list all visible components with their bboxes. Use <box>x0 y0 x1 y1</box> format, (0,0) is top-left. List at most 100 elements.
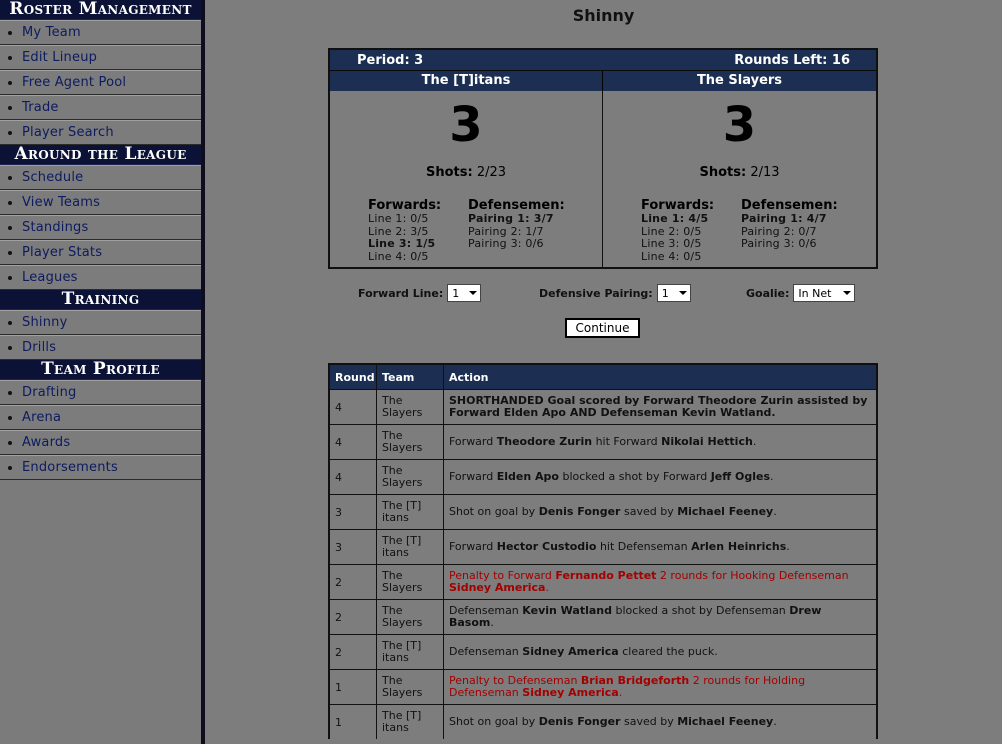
bullet-icon <box>8 345 12 350</box>
sidebar-section-heading: Roster Management <box>0 0 201 20</box>
round-cell: 2 <box>330 635 377 669</box>
player-name: Michael Feeney <box>677 505 774 518</box>
sidebar-item-label[interactable]: Endorsements <box>22 460 118 475</box>
sidebar-item-label[interactable]: View Teams <box>22 195 100 210</box>
team-cell-line: Slayers <box>382 441 423 454</box>
action-cell: Forward Elden Apo blocked a shot by Forw… <box>444 460 876 494</box>
bullet-icon <box>8 30 12 35</box>
action-text: . <box>752 435 757 448</box>
sidebar-item-drills[interactable]: Drills <box>0 335 201 360</box>
sidebar-item-view-teams[interactable]: View Teams <box>0 190 201 215</box>
chevron-down-icon <box>678 291 687 295</box>
team-cell-line: Slayers <box>382 581 423 594</box>
sidebar-item-label[interactable]: Drafting <box>22 385 76 400</box>
sidebar-item-label[interactable]: Arena <box>22 410 61 425</box>
sidebar-item-leagues[interactable]: Leagues <box>0 265 201 290</box>
sidebar-item-schedule[interactable]: Schedule <box>0 165 201 190</box>
round-cell: 4 <box>330 460 377 494</box>
away-team-name: The Slayers <box>603 71 876 91</box>
defense-pairing-stat: Pairing 1: 3/7 <box>468 212 554 225</box>
table-row: 1 The [T] itans Shot on goal by Denis Fonge… <box>330 704 876 739</box>
scoreboard: Period: 3 Rounds Left: 16 The [T]itans T… <box>328 48 878 269</box>
team-cell-line: Slayers <box>382 686 423 699</box>
sidebar-item-free-agent-pool[interactable]: Free Agent Pool <box>0 70 201 95</box>
sidebar-item-label[interactable]: Leagues <box>22 270 78 285</box>
sidebar-item-label[interactable]: My Team <box>22 25 81 40</box>
sidebar: Roster Management My Team Edit Lineup Free … <box>0 0 205 744</box>
player-name: Jeff Ogles <box>710 470 771 483</box>
goalie-control: Goalie: In Net <box>746 284 856 302</box>
team-cell: The Slayers <box>377 390 444 424</box>
bullet-icon <box>8 105 12 110</box>
team-cell: The Slayers <box>377 565 444 599</box>
sidebar-item-arena[interactable]: Arena <box>0 405 201 430</box>
away-forwards: Forwards: Line 1: 4/5 Line 2: 0/5 Line 3: … <box>641 199 741 263</box>
sidebar-item-player-stats[interactable]: Player Stats <box>0 240 201 265</box>
action-cell: Penalty to Forward Fernando Pettet 2 rou… <box>444 565 876 599</box>
sidebar-item-player-search[interactable]: Player Search <box>0 120 201 145</box>
sidebar-item-label[interactable]: Drills <box>22 340 56 355</box>
sidebar-item-label[interactable]: Free Agent Pool <box>22 75 126 90</box>
bullet-icon <box>8 275 12 280</box>
bullet-icon <box>8 225 12 230</box>
action-text: blocked a shot by Forward <box>558 470 711 483</box>
sidebar-item-label[interactable]: Trade <box>22 100 59 115</box>
sidebar-item-label[interactable]: Edit Lineup <box>22 50 97 65</box>
action-text: Shot on goal by <box>449 505 539 518</box>
sidebar-item-edit-lineup[interactable]: Edit Lineup <box>0 45 201 70</box>
defense-pairing-stat: Pairing 3: 0/6 <box>468 237 544 250</box>
sidebar-item-drafting[interactable]: Drafting <box>0 380 201 405</box>
sidebar-item-label[interactable]: Awards <box>22 435 70 450</box>
action-text: saved by <box>620 505 678 518</box>
round-cell: 1 <box>330 705 377 739</box>
continue-button[interactable]: Continue <box>565 318 640 338</box>
goalie-select[interactable]: In Net <box>793 284 856 302</box>
forward-line-stat: Line 3: 1/5 <box>368 237 436 250</box>
defense-pairing-stat: Pairing 1: 4/7 <box>741 212 827 225</box>
player-name: Sidney America <box>522 686 619 699</box>
sidebar-item-label[interactable]: Player Stats <box>22 245 102 260</box>
sidebar-item-trade[interactable]: Trade <box>0 95 201 120</box>
sidebar-item-label[interactable]: Standings <box>22 220 88 235</box>
team-cell: The [T] itans <box>377 530 444 564</box>
sidebar-item-standings[interactable]: Standings <box>0 215 201 240</box>
action-text: . <box>490 616 494 629</box>
sidebar-item-shinny[interactable]: Shinny <box>0 310 201 335</box>
forward-line-select[interactable]: 1 <box>447 284 482 302</box>
team-cell: The [T] itans <box>377 495 444 529</box>
page-title: Shinny <box>572 6 635 25</box>
sidebar-item-label[interactable]: Shinny <box>22 315 67 330</box>
bullet-icon <box>8 415 12 420</box>
sidebar-item-label[interactable]: Player Search <box>22 125 114 140</box>
bullet-icon <box>8 250 12 255</box>
forward-line-stat: Line 4: 0/5 <box>368 249 429 263</box>
action-cell: SHORTHANDED Goal scored by Forward Theod… <box>444 390 876 424</box>
round-cell: 2 <box>330 565 377 599</box>
player-name: Kevin Watland <box>522 604 612 617</box>
sidebar-item-my-team[interactable]: My Team <box>0 20 201 45</box>
sidebar-item-awards[interactable]: Awards <box>0 430 201 455</box>
defensive-pairing-select[interactable]: 1 <box>656 284 691 302</box>
round-cell: 3 <box>330 495 377 529</box>
round-cell: 1 <box>330 670 377 704</box>
sidebar-item-label[interactable]: Schedule <box>22 170 83 185</box>
bullet-icon <box>8 320 12 325</box>
defense-pairing-stat: Pairing 3: 0/6 <box>741 237 817 250</box>
forward-line-control: Forward Line: 1 <box>358 284 482 302</box>
action-text: Forward <box>449 540 497 553</box>
home-forwards: Forwards: Line 1: 0/5 Line 2: 3/5 Line 3: … <box>368 199 468 263</box>
action-text: . <box>773 505 777 518</box>
table-row: 2 The [T] itans Defenseman Sidney America c… <box>330 634 876 669</box>
team-cell-line: Slayers <box>382 616 423 629</box>
table-row: 3 The [T] itans Shot on goal by Denis Fonge… <box>330 494 876 529</box>
forward-line-stat: Line 1: 4/5 <box>641 212 709 225</box>
action-cell: Shot on goal by Denis Fonger saved by Mi… <box>444 495 876 529</box>
action-text: Defenseman <box>449 645 523 658</box>
bullet-icon <box>8 80 12 85</box>
action-cell: Forward Theodore Zurin hit Forward Nikol… <box>444 425 876 459</box>
player-name: Elden Apo <box>496 470 559 483</box>
team-cell-line: itans <box>382 546 409 559</box>
table-row: 4 The Slayers SHORTHANDED Goal scored by Fo… <box>330 389 876 424</box>
sidebar-item-endorsements[interactable]: Endorsements <box>0 455 201 480</box>
action-text: 2 rounds for Hooking Defenseman <box>656 569 849 582</box>
